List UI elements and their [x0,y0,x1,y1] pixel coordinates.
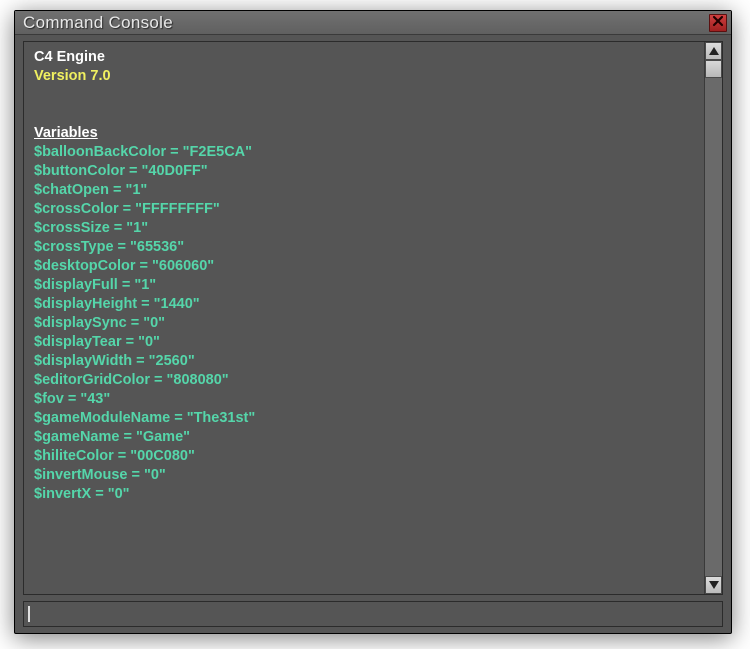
section-heading: Variables [34,124,696,143]
variable-line: $displayTear = "0" [34,333,696,352]
variable-line: $balloonBackColor = "F2E5CA" [34,143,696,162]
triangle-down-icon [709,581,719,589]
window-title: Command Console [23,13,709,33]
variable-line: $editorGridColor = "808080" [34,371,696,390]
output-area: C4 Engine Version 7.0 Variables $balloon… [23,41,723,595]
scrollbar[interactable] [704,42,722,594]
scroll-thumb[interactable] [705,60,722,78]
variable-line: $displaySync = "0" [34,314,696,333]
version-label: Version 7.0 [34,67,696,86]
blank-line [34,105,696,124]
variable-line: $gameName = "Game" [34,428,696,447]
blank-line [34,86,696,105]
variable-line: $fov = "43" [34,390,696,409]
variable-line: $hiliteColor = "00C080" [34,447,696,466]
variable-line: $chatOpen = "1" [34,181,696,200]
close-button[interactable] [709,14,727,32]
command-input[interactable] [30,605,719,623]
scroll-down-button[interactable] [705,576,722,594]
variable-line: $invertMouse = "0" [34,466,696,485]
variable-line: $invertX = "0" [34,485,696,504]
engine-label: C4 Engine [34,48,696,67]
triangle-up-icon [709,47,719,55]
close-icon [712,14,724,32]
variable-line: $displayFull = "1" [34,276,696,295]
variable-line: $buttonColor = "40D0FF" [34,162,696,181]
variable-line: $displayHeight = "1440" [34,295,696,314]
output-text: C4 Engine Version 7.0 Variables $balloon… [24,42,704,594]
variable-line: $crossColor = "FFFFFFFF" [34,200,696,219]
variable-line: $displayWidth = "2560" [34,352,696,371]
scroll-up-button[interactable] [705,42,722,60]
variable-line: $gameModuleName = "The31st" [34,409,696,428]
variable-line: $crossType = "65536" [34,238,696,257]
console-window: Command Console C4 Engine Version 7.0 Va… [14,10,732,634]
scroll-track[interactable] [705,78,722,576]
titlebar[interactable]: Command Console [15,11,731,35]
variable-line: $crossSize = "1" [34,219,696,238]
command-input-area[interactable] [23,601,723,627]
variable-line: $desktopColor = "606060" [34,257,696,276]
